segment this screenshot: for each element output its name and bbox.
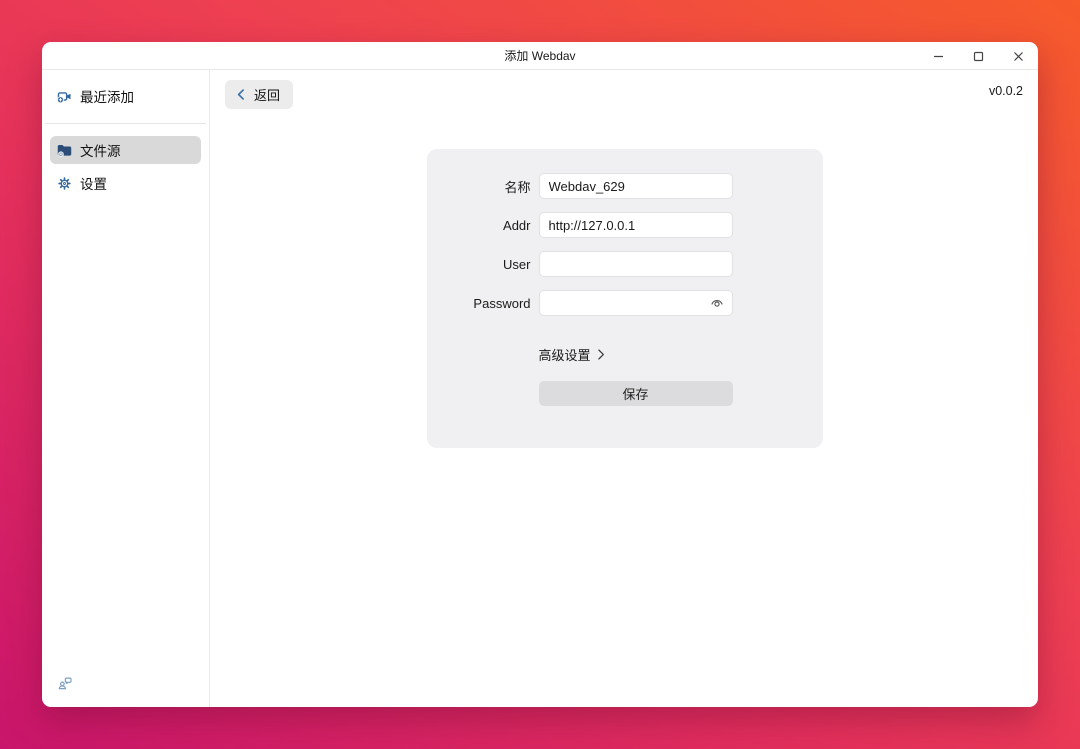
- password-input[interactable]: [539, 290, 733, 316]
- sidebar-item-label: 最近添加: [80, 86, 134, 106]
- back-button-label: 返回: [254, 85, 280, 104]
- sidebar-item-settings[interactable]: 设置: [50, 169, 201, 197]
- save-button[interactable]: 保存: [539, 381, 733, 406]
- video-camera-add-icon: [56, 88, 73, 105]
- form-row-name: 名称: [427, 173, 823, 199]
- close-button[interactable]: [998, 42, 1038, 70]
- webdav-form-card: 名称 Addr User: [427, 149, 823, 448]
- version-label: v0.0.2: [989, 84, 1023, 98]
- sidebar-item-file-sources[interactable]: 文件源: [50, 136, 201, 164]
- form-row-password: Password: [427, 290, 823, 316]
- toggle-password-visibility-button[interactable]: [708, 294, 726, 312]
- name-label: 名称: [427, 177, 531, 196]
- app-window: 添加 Webdav: [42, 42, 1038, 707]
- sidebar-divider: [45, 123, 206, 124]
- user-label: User: [427, 257, 531, 272]
- sidebar: 最近添加 文件源: [42, 70, 210, 707]
- eye-icon: [709, 295, 725, 311]
- form-row-user: User: [427, 251, 823, 277]
- addr-input[interactable]: [539, 212, 733, 238]
- gear-icon: [56, 175, 73, 192]
- window-title: 添加 Webdav: [504, 47, 575, 64]
- maximize-button[interactable]: [958, 42, 998, 70]
- addr-label: Addr: [427, 218, 531, 233]
- window-controls: [918, 42, 1038, 70]
- sidebar-item-label: 文件源: [80, 140, 121, 160]
- advanced-settings-link[interactable]: 高级设置: [539, 345, 607, 364]
- minimize-icon: [933, 51, 944, 62]
- window-content: 最近添加 文件源: [42, 70, 1038, 707]
- sidebar-footer: [50, 674, 201, 697]
- main-panel: 返回 v0.0.2 名称 Addr User: [210, 70, 1038, 707]
- folder-sync-icon: [56, 142, 73, 159]
- user-input[interactable]: [539, 251, 733, 277]
- advanced-settings-label: 高级设置: [539, 345, 591, 364]
- close-icon: [1013, 51, 1024, 62]
- chevron-left-icon: [235, 88, 248, 101]
- feedback-icon[interactable]: [56, 674, 73, 691]
- sidebar-item-recent[interactable]: 最近添加: [50, 82, 201, 110]
- back-button[interactable]: 返回: [225, 80, 293, 109]
- maximize-icon: [973, 51, 984, 62]
- titlebar: 添加 Webdav: [42, 42, 1038, 70]
- form-row-addr: Addr: [427, 212, 823, 238]
- password-label: Password: [427, 296, 531, 311]
- minimize-button[interactable]: [918, 42, 958, 70]
- name-input[interactable]: [539, 173, 733, 199]
- sidebar-item-label: 设置: [80, 173, 107, 193]
- chevron-right-icon: [594, 348, 607, 361]
